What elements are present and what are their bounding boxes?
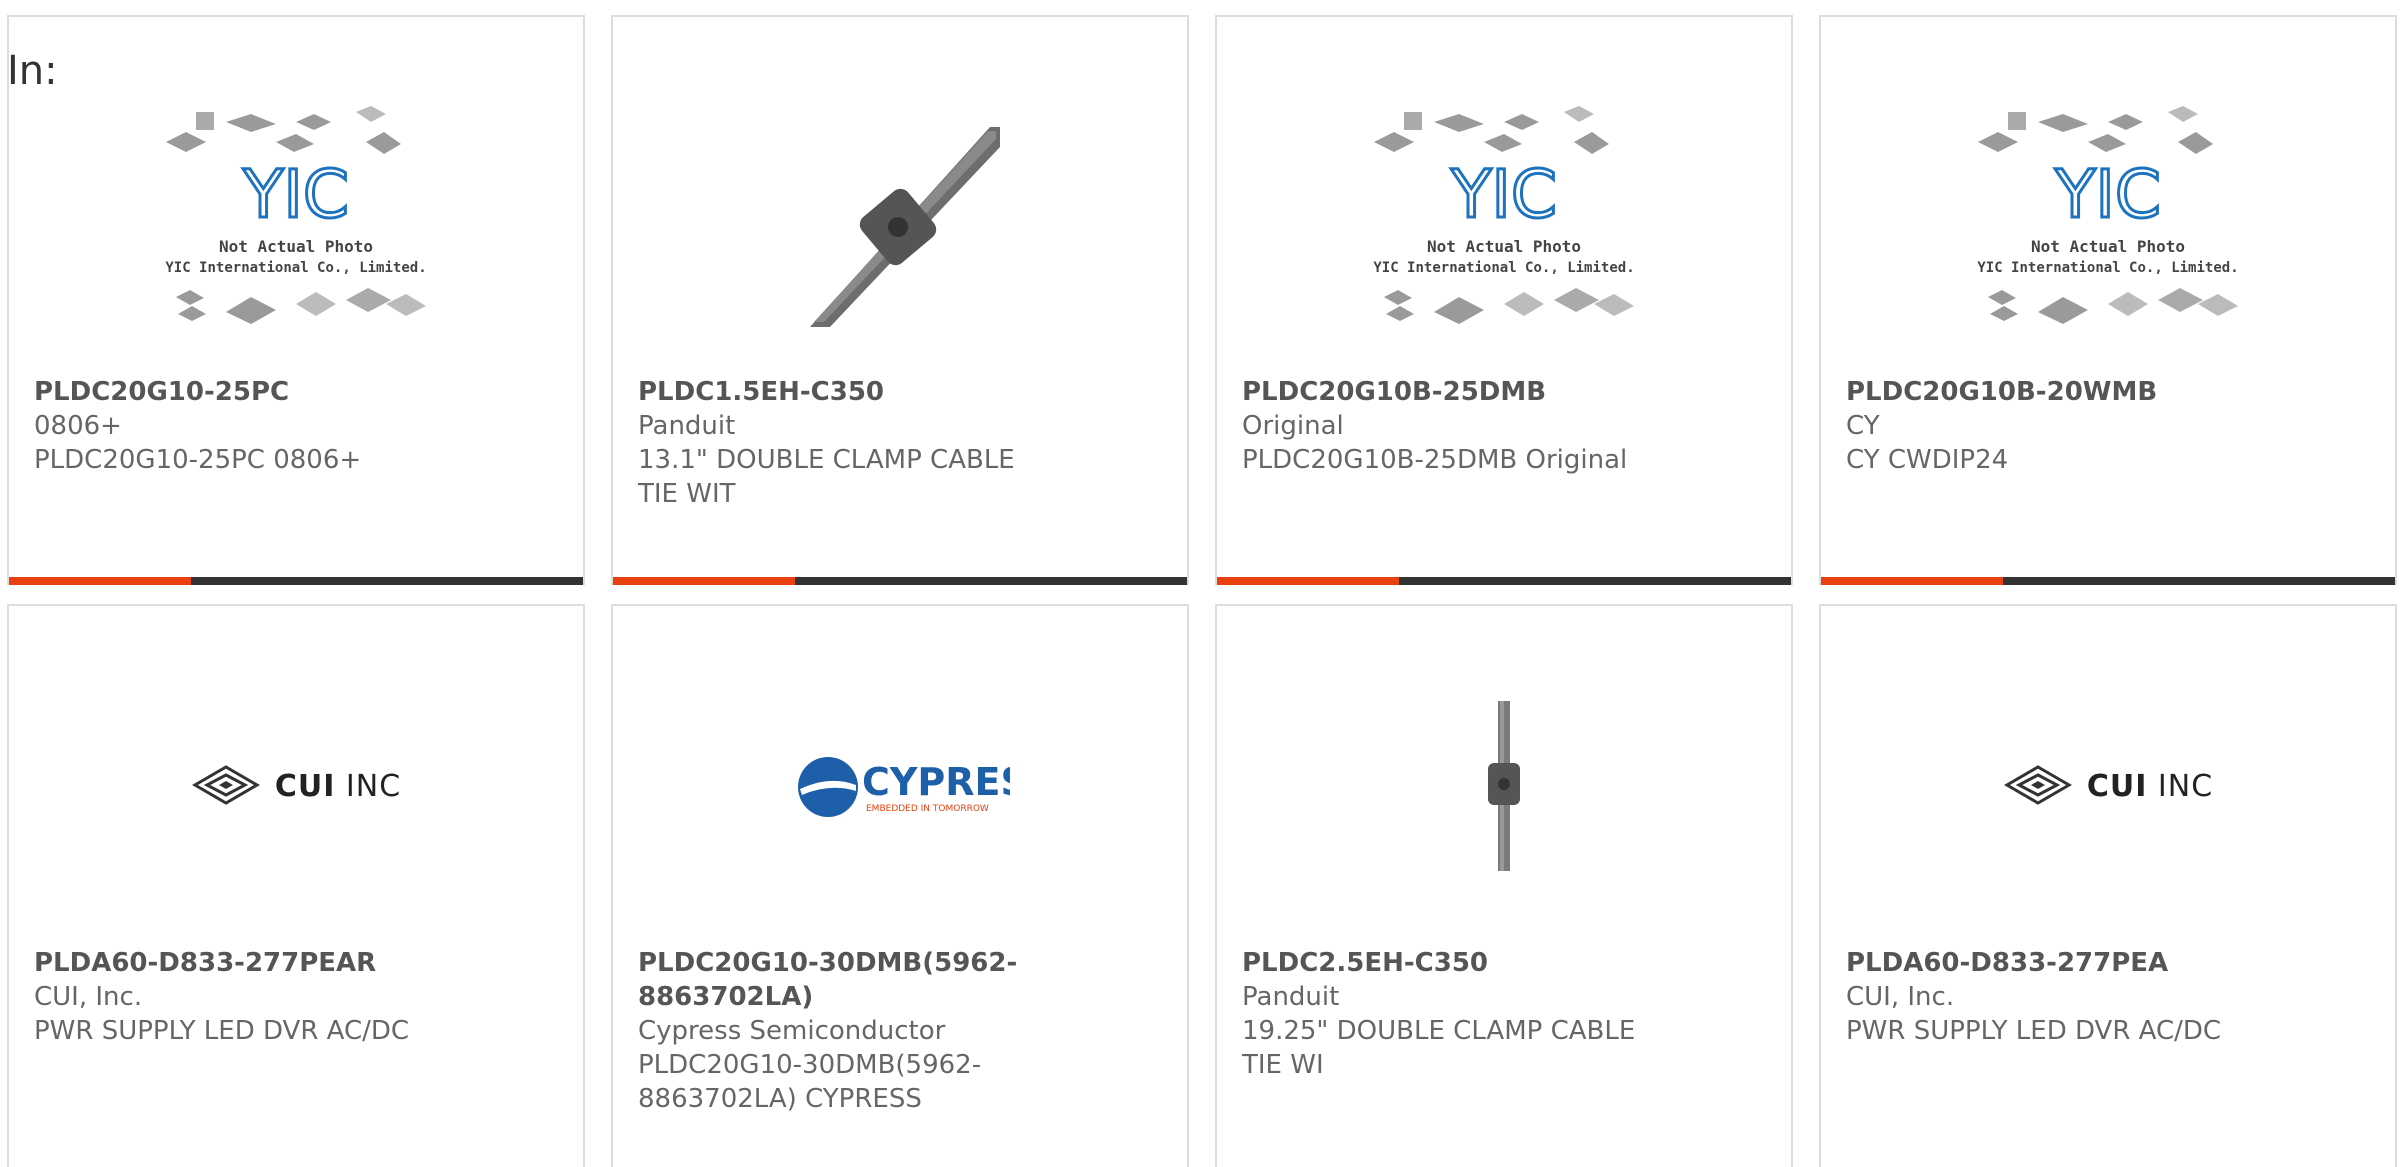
in-label: In:	[7, 48, 58, 94]
svg-text:YIC: YIC	[242, 156, 349, 233]
part-number[interactable]: PLDC20G10-25PC	[34, 375, 558, 409]
svg-text:YIC: YIC	[2054, 156, 2161, 233]
cui-logo-mark-icon	[191, 765, 260, 805]
description: PLDC20G10-25PC 0806+	[34, 445, 362, 475]
placeholder-line2: YIC International Co., Limited.	[1977, 260, 2238, 276]
cui-logo: CUI INC	[191, 763, 401, 809]
svg-text:YIC: YIC	[1450, 156, 1557, 233]
cable-tie-image	[810, 127, 1000, 327]
product-image[interactable]	[1217, 656, 1791, 916]
card-bar	[613, 577, 1187, 585]
part-number[interactable]: PLDC20G10B-20WMB	[1846, 375, 2370, 409]
manufacturer: CUI, Inc.	[1846, 982, 1955, 1012]
placeholder-line1: Not Actual Photo	[219, 237, 373, 256]
product-card[interactable]: CUI INC PLDA60-D833-277PEA CUI, Inc. PWR…	[1819, 604, 2397, 1167]
manufacturer: CUI, Inc.	[34, 982, 143, 1012]
placeholder-line2: YIC International Co., Limited.	[165, 260, 426, 276]
part-number[interactable]: PLDC20G10B-25DMB	[1242, 375, 1766, 409]
yic-placeholder-image: YIC Not Actual Photo YIC International C…	[1977, 106, 2239, 324]
manufacturer: CY	[1846, 411, 1880, 441]
product-image[interactable]: YIC Not Actual Photo YIC International C…	[9, 77, 583, 367]
cypress-logo: CYPRESS EMBEDDED IN TOMORROW	[798, 757, 1010, 817]
placeholder-line1: Not Actual Photo	[2031, 237, 2185, 256]
description: 13.1" DOUBLE CLAMP CABLE TIE WIT	[638, 445, 1015, 509]
description: 19.25" DOUBLE CLAMP CABLE TIE WI	[1242, 1016, 1636, 1080]
product-image[interactable]: CUI INC	[9, 656, 583, 916]
card-bar	[1821, 577, 2395, 585]
product-card[interactable]: YIC Not Actual Photo YIC International C…	[1215, 15, 1793, 585]
placeholder-line2: YIC International Co., Limited.	[1373, 260, 1634, 276]
placeholder-line1: Not Actual Photo	[1427, 237, 1581, 256]
product-image[interactable]: CYPRESS EMBEDDED IN TOMORROW	[613, 656, 1187, 916]
product-card[interactable]: PLDC2.5EH-C350 Panduit 19.25" DOUBLE CLA…	[1215, 604, 1793, 1167]
product-image[interactable]: CUI INC	[1821, 656, 2395, 916]
part-number[interactable]: PLDA60-D833-277PEAR	[34, 946, 558, 980]
yic-placeholder-image: YIC Not Actual Photo YIC International C…	[1373, 106, 1635, 324]
cui-logo-text: CUI INC	[274, 768, 402, 804]
yic-placeholder-image: YIC Not Actual Photo YIC International C…	[165, 106, 427, 324]
cable-tie-vertical-image	[1488, 701, 1520, 871]
cui-logo-mark-icon	[2003, 765, 2072, 805]
card-bar	[9, 577, 583, 585]
part-number[interactable]: PLDC20G10-30DMB(5962-8863702LA)	[638, 946, 1058, 1014]
product-card[interactable]: CYPRESS EMBEDDED IN TOMORROW PLDC20G10-3…	[611, 604, 1189, 1167]
manufacturer: Panduit	[638, 411, 736, 441]
product-image[interactable]: YIC Not Actual Photo YIC International C…	[1217, 77, 1791, 367]
description: PWR SUPPLY LED DVR AC/DC	[34, 1016, 410, 1046]
manufacturer: Original	[1242, 411, 1344, 441]
description: CY CWDIP24	[1846, 445, 2009, 475]
manufacturer: Cypress Semiconductor	[638, 1016, 946, 1046]
product-image[interactable]: YIC Not Actual Photo YIC International C…	[1821, 77, 2395, 367]
card-bar	[1217, 577, 1791, 585]
manufacturer: Panduit	[1242, 982, 1340, 1012]
part-number[interactable]: PLDA60-D833-277PEA	[1846, 946, 2370, 980]
cypress-logo-text: CYPRESS	[862, 760, 1010, 804]
cui-logo: CUI INC	[2003, 763, 2213, 809]
product-card[interactable]: YIC Not Actual Photo YIC International C…	[1819, 15, 2397, 585]
manufacturer: 0806+	[34, 411, 122, 441]
cypress-tagline: EMBEDDED IN TOMORROW	[866, 804, 989, 814]
description: PLDC20G10B-25DMB Original	[1242, 445, 1628, 475]
description: PWR SUPPLY LED DVR AC/DC	[1846, 1016, 2222, 1046]
cui-logo-text: CUI INC	[2086, 768, 2214, 804]
product-card[interactable]: CUI INC PLDA60-D833-277PEAR CUI, Inc. PW…	[7, 604, 585, 1167]
part-number[interactable]: PLDC2.5EH-C350	[1242, 946, 1766, 980]
description: PLDC20G10-30DMB(5962-8863702LA) CYPRESS	[638, 1050, 982, 1114]
part-number[interactable]: PLDC1.5EH-C350	[638, 375, 1162, 409]
product-card[interactable]: YIC Not Actual Photo YIC International C…	[7, 15, 585, 585]
product-image[interactable]	[613, 77, 1187, 367]
product-card[interactable]: PLDC1.5EH-C350 Panduit 13.1" DOUBLE CLAM…	[611, 15, 1189, 585]
